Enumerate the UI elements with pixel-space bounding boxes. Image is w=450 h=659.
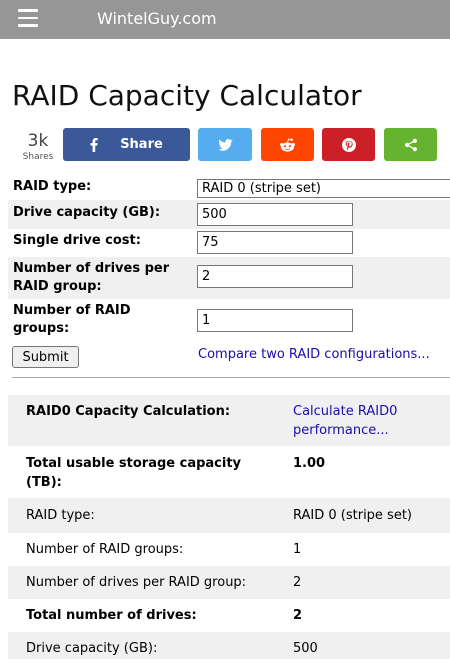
result-label: Number of drives per RAID group: <box>26 575 247 590</box>
result-label: Total number of drives: <box>26 608 197 623</box>
reddit-icon <box>280 137 295 152</box>
drives-per-group-row: Number of drives per RAID group: 2 <box>8 257 450 299</box>
drive-capacity-row: Drive capacity (GB): 500 <box>8 200 450 229</box>
result-label: Total usable storage capacity (TB): <box>26 456 242 490</box>
hamburger-menu-icon[interactable] <box>18 9 38 27</box>
drives-per-group-input[interactable]: 2 <box>197 265 353 288</box>
drive-capacity-label: Drive capacity (GB): <box>13 205 161 220</box>
result-value: 1.00 <box>293 456 326 471</box>
top-bar: WintelGuy.com <box>0 0 450 39</box>
divider <box>12 377 450 378</box>
results-heading-row: RAID0 Capacity Calculation: Calculate RA… <box>8 395 450 446</box>
pinterest-share-button[interactable] <box>322 128 375 161</box>
twitter-share-button[interactable] <box>198 128 252 161</box>
result-row-total-capacity: Total usable storage capacity (TB): 1.00 <box>8 446 450 498</box>
result-row-drive-capacity: Drive capacity (GB): 500 <box>8 632 450 659</box>
facebook-share-label: Share <box>120 137 163 152</box>
raid-type-select[interactable]: RAID 0 (stripe set) <box>197 179 450 198</box>
raid-type-row: RAID type: RAID 0 (stripe set) <box>8 177 450 199</box>
drive-capacity-input[interactable]: 500 <box>197 203 353 226</box>
share-icon <box>404 138 417 151</box>
page-title: RAID Capacity Calculator <box>12 79 362 112</box>
pinterest-icon <box>341 137 356 152</box>
drive-cost-input[interactable]: 75 <box>197 231 353 254</box>
result-label: Drive capacity (GB): <box>26 641 158 656</box>
result-value: 1 <box>293 542 302 557</box>
result-value: 2 <box>293 575 302 590</box>
result-label: Number of RAID groups: <box>26 542 184 557</box>
reddit-share-button[interactable] <box>261 128 314 161</box>
raid-type-label: RAID type: <box>13 179 92 194</box>
result-row-drives-per-group: Number of drives per RAID group: 2 <box>8 566 450 599</box>
result-value: RAID 0 (stripe set) <box>293 508 412 523</box>
raid-groups-label: Number of RAID groups: <box>13 303 131 336</box>
twitter-icon <box>217 138 233 151</box>
result-row-raid-type: RAID type: RAID 0 (stripe set) <box>8 498 450 533</box>
raid-groups-input[interactable]: 1 <box>197 309 353 332</box>
results-heading: RAID0 Capacity Calculation: <box>26 404 231 419</box>
share-count-label: Shares <box>22 152 54 162</box>
result-value: 500 <box>293 641 318 656</box>
share-count-number: 3k <box>27 131 49 151</box>
submit-button[interactable]: Submit <box>12 346 79 368</box>
sharethis-share-button[interactable] <box>384 128 437 161</box>
raid-groups-row: Number of RAID groups: 1 <box>8 299 450 342</box>
share-count: 3k Shares <box>16 131 60 162</box>
compare-raid-link[interactable]: Compare two RAID configurations... <box>198 346 430 364</box>
result-value: 2 <box>293 608 303 623</box>
result-row-total-drives: Total number of drives: 2 <box>8 599 450 632</box>
facebook-icon <box>90 137 98 152</box>
drives-per-group-label: Number of drives per RAID group: <box>13 261 170 294</box>
raid-performance-link[interactable]: Calculate RAID0 performance... <box>293 402 397 440</box>
result-label: RAID type: <box>26 508 95 523</box>
drive-cost-label: Single drive cost: <box>13 233 141 248</box>
site-title[interactable]: WintelGuy.com <box>97 9 217 29</box>
facebook-share-button[interactable]: Share <box>63 128 190 161</box>
result-row-raid-groups: Number of RAID groups: 1 <box>8 533 450 566</box>
drive-cost-row: Single drive cost: 75 <box>8 229 450 257</box>
